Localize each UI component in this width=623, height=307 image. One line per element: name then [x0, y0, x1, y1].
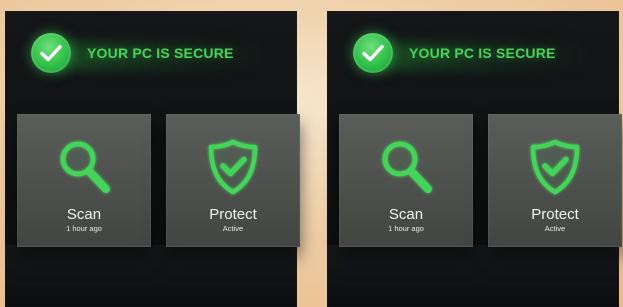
floor-reflection — [5, 245, 297, 307]
shield-check-icon — [530, 139, 580, 195]
check-icon — [353, 33, 393, 73]
scan-tile[interactable]: Scan 1 hour ago — [339, 114, 473, 247]
protect-subtitle: Active — [544, 224, 566, 233]
magnifier-icon — [382, 141, 432, 193]
protect-tile[interactable]: Protect Active — [488, 114, 622, 247]
protect-subtitle: Active — [222, 224, 244, 233]
protect-label: Protect — [531, 206, 579, 223]
security-status: YOUR PC IS SECURE — [353, 33, 601, 77]
floor-reflection — [327, 245, 619, 307]
scan-tile[interactable]: Scan 1 hour ago — [17, 114, 151, 247]
magnifier-icon — [60, 141, 110, 193]
protect-tile[interactable]: Protect Active — [166, 114, 300, 247]
check-icon — [31, 33, 71, 73]
scan-subtitle: 1 hour ago — [66, 224, 102, 233]
status-text: YOUR PC IS SECURE — [409, 45, 556, 61]
security-panel-right: YOUR PC IS SECURE Scan 1 hour ago Protec… — [327, 11, 622, 307]
security-status: YOUR PC IS SECURE — [31, 33, 279, 77]
status-text: YOUR PC IS SECURE — [87, 45, 234, 61]
security-panel-left: YOUR PC IS SECURE Scan 1 hour ago Protec… — [5, 11, 300, 307]
scan-label: Scan — [66, 206, 102, 223]
shield-check-icon — [208, 139, 258, 195]
scan-label: Scan — [388, 206, 424, 223]
protect-label: Protect — [209, 206, 257, 223]
scan-subtitle: 1 hour ago — [388, 224, 424, 233]
